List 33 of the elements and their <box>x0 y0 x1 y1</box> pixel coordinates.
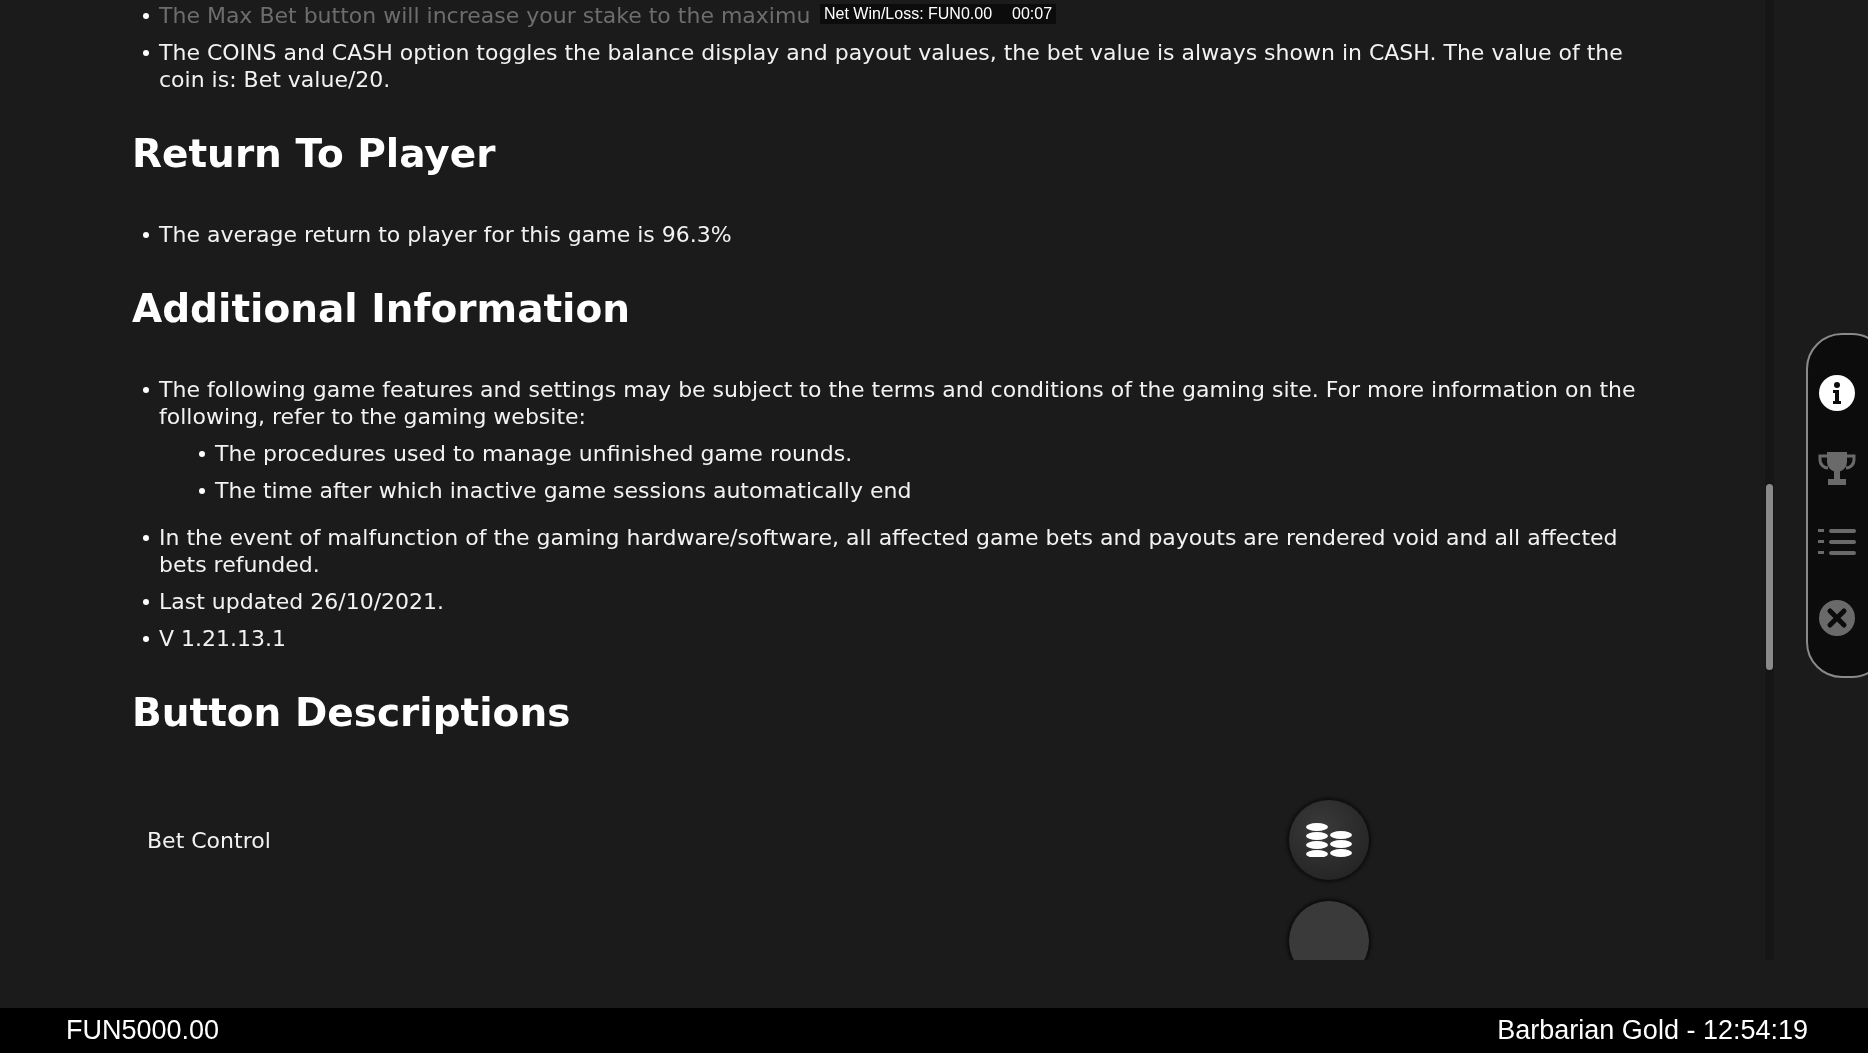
game-title-clock: Barbarian Gold - 12:54:19 <box>1497 1015 1808 1046</box>
bullet-icon <box>143 535 149 541</box>
bullet-icon <box>143 232 149 238</box>
section-heading: Return To Player <box>132 131 497 177</box>
bullet-text: The time after which inactive game sessions automatically end <box>215 478 912 503</box>
bullet-icon <box>143 599 149 605</box>
bullet-text: The COINS and CASH option toggles the balance display and payout values, the bet value is always shown in CASH. The value of the coin is: Bet value/20. <box>159 40 1623 92</box>
bullet-text: Last updated 26/10/2021. <box>159 589 445 614</box>
bullet-icon <box>199 451 205 457</box>
trophy-icon <box>1818 452 1856 487</box>
bullet-icon <box>143 50 149 56</box>
bullet-text: The procedures used to manage unfinished game rounds. <box>215 441 853 466</box>
bullet-text: The average return to player for this game is 96.3% <box>159 222 732 247</box>
coins-icon <box>1304 823 1354 857</box>
bullet-text: In the event of malfunction of the gaming hardware/software, all affected game bets and payouts are rendered void and all affected bets refunded. <box>159 525 1618 577</box>
scrollbar[interactable] <box>1765 0 1774 960</box>
scrollbar-thumb[interactable] <box>1766 484 1773 670</box>
bullet-icon <box>199 488 205 494</box>
bullet-text: V 1.21.13.1 <box>159 626 286 651</box>
close-icon <box>1819 599 1855 636</box>
bullet-icon <box>143 387 149 393</box>
button-description-label: Bet Control <box>147 827 271 853</box>
bullet-text: The Max Bet button will increase your stake to the maximu <box>159 3 811 28</box>
bullet-icon <box>143 636 149 642</box>
bullet-text: The following game features and settings may be subject to the terms and conditions of the gaming site. For more information on the following, refer to the gaming website: <box>159 377 1636 429</box>
info-icon <box>1819 375 1855 412</box>
net-win-loss: Net Win/Loss: FUN0.00 <box>824 5 993 23</box>
section-heading: Additional Information <box>132 286 631 332</box>
side-menu-button[interactable] <box>1819 375 1855 412</box>
bullet-icon <box>143 13 149 19</box>
session-timer: 00:07 <box>1012 5 1053 23</box>
balance-text: FUN5000.00 <box>66 1015 220 1046</box>
section-heading: Button Descriptions <box>132 690 572 736</box>
